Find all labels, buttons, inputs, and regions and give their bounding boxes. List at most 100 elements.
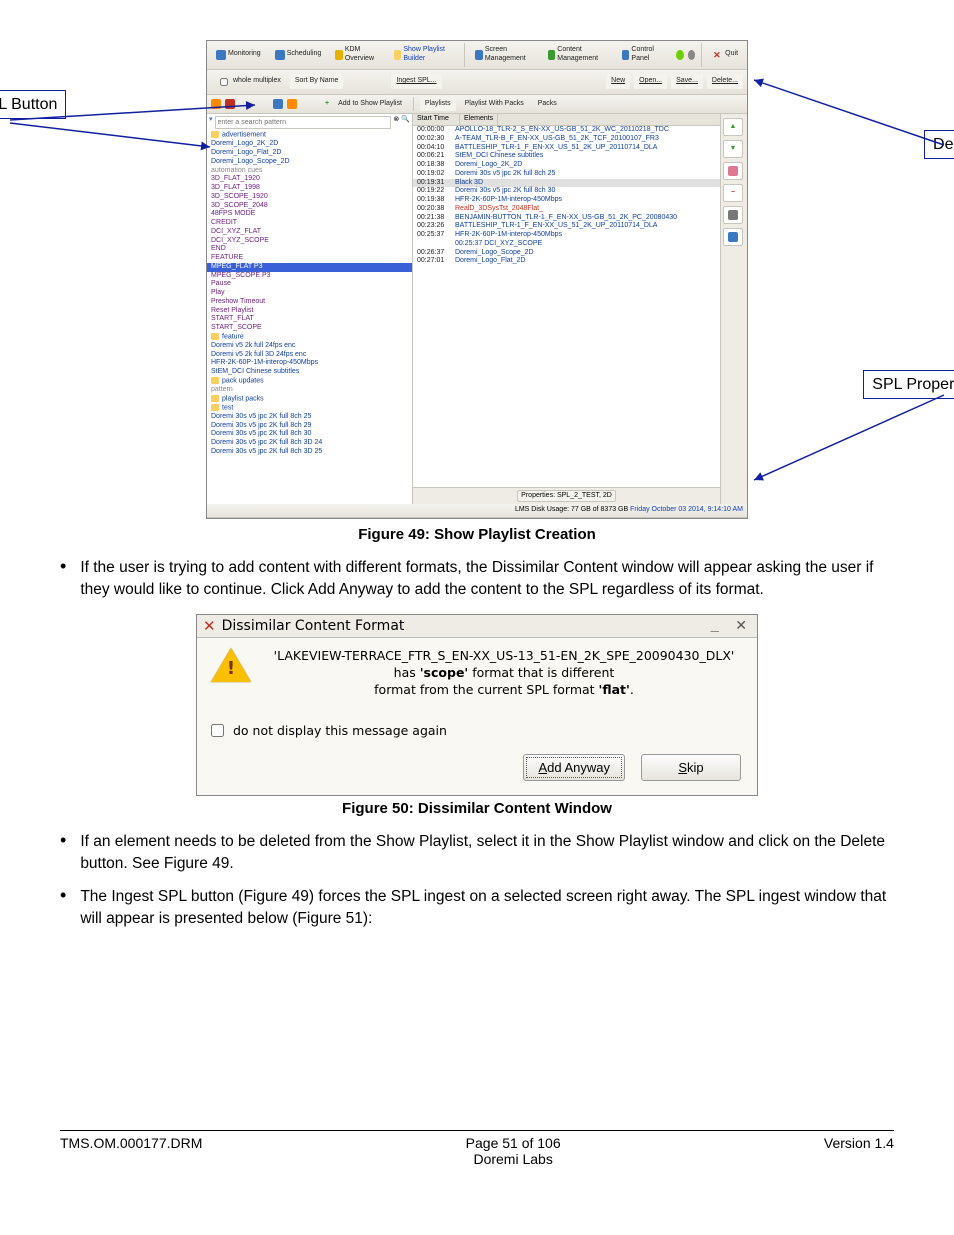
list-item[interactable]: pattern <box>207 386 412 395</box>
add-anyway-button[interactable]: Add Anyway <box>523 754 625 781</box>
tab-scheduling[interactable]: Scheduling <box>270 47 327 63</box>
tool-button-3[interactable] <box>723 228 743 246</box>
remove-button[interactable]: − <box>723 184 743 202</box>
skip-button[interactable]: Skip <box>641 754 741 781</box>
playlist-row[interactable]: 00:21:38BENJAMIN-BUTTON_TLR-1_F_EN-XX_US… <box>413 214 720 223</box>
list-item[interactable]: MPEG_SCOPE P3 <box>207 272 412 281</box>
move-up-button[interactable]: ▲ <box>723 118 743 136</box>
whole-multiplex-checkbox[interactable]: whole multiplex <box>211 72 286 92</box>
list-item[interactable]: 3D_SCOPE_1920 <box>207 193 412 202</box>
checkbox-input[interactable] <box>211 724 224 737</box>
list-item[interactable]: Doremi_Logo_2K_2D <box>207 140 412 149</box>
subtab-playlist-packs[interactable]: Playlist With Packs <box>460 97 529 112</box>
list-item[interactable]: Doremi 30s v5 jpc 2K full 8ch 3D 25 <box>207 448 412 457</box>
playlist-rows[interactable]: 00:00:00APOLLO-18_TLR-2_S_EN-XX_US-GB_51… <box>413 126 720 487</box>
new-button[interactable]: New <box>606 74 630 89</box>
playlist-row[interactable]: 00:06:21StEM_DCI Chinese subtitles <box>413 152 720 161</box>
list-item[interactable]: pack updates <box>207 377 412 386</box>
playlist-row[interactable]: 00:26:37Doremi_Logo_Scope_2D <box>413 249 720 258</box>
playlist-row[interactable]: 00:19:22Doremi 30s v5 jpc 2K full 8ch 30 <box>413 187 720 196</box>
playlist-row[interactable]: 00:19:38HFR-2K-60P-1M-interop-450Mbps <box>413 196 720 205</box>
playlist-row[interactable]: 00:00:00APOLLO-18_TLR-2_S_EN-XX_US-GB_51… <box>413 126 720 135</box>
subtab-playlists[interactable]: Playlists <box>420 97 456 112</box>
list-item[interactable]: Doremi 30s v5 jpc 2K full 8ch 30 <box>207 430 412 439</box>
list-item[interactable]: 3D_FLAT_1920 <box>207 175 412 184</box>
list-item[interactable]: DCI_XYZ_FLAT <box>207 228 412 237</box>
playlist-row[interactable]: 00:19:31Black 3D <box>413 179 720 188</box>
list-item[interactable]: Doremi_Logo_Scope_2D <box>207 158 412 167</box>
sort-button[interactable]: Sort By Name <box>290 74 344 89</box>
list-item[interactable]: START_FLAT <box>207 315 412 324</box>
list-item[interactable]: Doremi_Logo_Flat_2D <box>207 149 412 158</box>
list-item[interactable]: 48FPS MODE <box>207 210 412 219</box>
list-item[interactable]: Doremi 30s v5 jpc 2K full 8ch 3D 24 <box>207 439 412 448</box>
col-elements[interactable]: Elements <box>460 114 498 125</box>
list-item[interactable]: Pause <box>207 280 412 289</box>
tab-monitoring[interactable]: Monitoring <box>211 47 266 63</box>
playlist-row[interactable]: 00:02:30A-TEAM_TLR-B_F_EN-XX_US-GB_51_2K… <box>413 135 720 144</box>
list-item[interactable]: feature <box>207 333 412 342</box>
list-item[interactable]: MPEG_FLAT P3 <box>207 263 412 272</box>
open-button[interactable]: Open... <box>634 74 667 89</box>
tab-kdm[interactable]: KDM Overview <box>330 43 385 67</box>
content-list[interactable]: advertisementDoremi_Logo_2K_2DDoremi_Log… <box>207 131 412 456</box>
list-item[interactable]: CREDIT <box>207 219 412 228</box>
list-item[interactable]: DCI_XYZ_SCOPE <box>207 237 412 246</box>
playlist-row[interactable]: 00:25:37HFR-2K-60P-1M-interop-450Mbps <box>413 231 720 240</box>
tool-button-1[interactable] <box>723 162 743 180</box>
playlist-row[interactable]: 00:20:38RealD_3DSysTst_2048Flat_ <box>413 205 720 214</box>
icon-4[interactable] <box>287 99 297 109</box>
playlist-row[interactable]: 00:25:37 DCI_XYZ_SCOPE <box>413 240 720 249</box>
tab-content-mgmt[interactable]: Content Management <box>543 43 613 67</box>
search-input[interactable] <box>215 116 392 129</box>
move-down-button[interactable]: ▼ <box>723 140 743 158</box>
list-item[interactable]: START_SCOPE <box>207 324 412 333</box>
icon-3[interactable] <box>273 99 283 109</box>
icon-1[interactable] <box>211 99 221 109</box>
window-buttons[interactable]: _ ✕ <box>710 618 751 635</box>
playlist-row[interactable]: 00:23:26BATTLESHIP_TLR-1_F_EN-XX_US_51_2… <box>413 222 720 231</box>
quit-button[interactable]: ✕Quit <box>708 47 743 63</box>
filter-icon[interactable]: ▾ <box>209 116 213 129</box>
list-item[interactable]: END <box>207 245 412 254</box>
do-not-display-checkbox[interactable]: do not display this message again <box>197 717 757 744</box>
playlist-row[interactable]: 00:04:10BATTLESHIP_TLR-1_F_EN-XX_US_51_2… <box>413 144 720 153</box>
add-to-show-playlist-button[interactable]: Add to Show Playlist <box>333 97 407 112</box>
playlist-row[interactable]: 00:27:01Doremi_Logo_Flat_2D <box>413 257 720 266</box>
col-start-time[interactable]: Start Time <box>413 114 460 125</box>
list-item[interactable]: Reset Playlist <box>207 307 412 316</box>
search-icon[interactable]: 🔍 <box>401 116 410 129</box>
icon-2[interactable] <box>225 99 235 109</box>
list-item[interactable]: automation cues <box>207 167 412 176</box>
list-item[interactable]: Doremi 30s v5 jpc 2K full 8ch 25 <box>207 413 412 422</box>
list-item[interactable]: test <box>207 404 412 413</box>
tool-button-2[interactable] <box>723 206 743 224</box>
close-icon[interactable]: ✕ <box>203 617 216 635</box>
spl-properties-button[interactable]: Properties: SPL_2_TEST, 2D <box>517 490 616 503</box>
list-item[interactable]: Doremi 30s v5 jpc 2K full 8ch 29 <box>207 422 412 431</box>
list-item[interactable]: playlist packs <box>207 395 412 404</box>
checkbox-label: do not display this message again <box>233 723 447 738</box>
list-item[interactable]: HFR-2K-60P-1M-interop-450Mbps <box>207 359 412 368</box>
delete-button[interactable]: Delete... <box>707 74 743 89</box>
list-item[interactable]: 3D_SCOPE_2048 <box>207 202 412 211</box>
tab-show-playlist-builder[interactable]: Show Playlist Builder <box>389 43 458 67</box>
playlist-row[interactable]: 00:18:38Doremi_Logo_2K_2D <box>413 161 720 170</box>
save-button[interactable]: Save... <box>671 74 703 89</box>
list-item[interactable]: Play <box>207 289 412 298</box>
arrow-props <box>749 390 949 490</box>
tab-screen-mgmt[interactable]: Screen Management <box>470 43 538 67</box>
playlist-row[interactable]: 00:19:02Doremi 30s v5 jpc 2K full 8ch 25 <box>413 170 720 179</box>
clear-search-icon[interactable]: ⊗ <box>393 116 399 129</box>
list-item[interactable]: 3D_FLAT_1998 <box>207 184 412 193</box>
list-item[interactable]: FEATURE <box>207 254 412 263</box>
tab-control-panel[interactable]: Control Panel <box>617 43 668 67</box>
list-item[interactable]: Doremi v5 2k full 3D 24fps enc <box>207 351 412 360</box>
ingest-spl-button[interactable]: Ingest SPL... <box>391 74 441 89</box>
list-item[interactable]: advertisement <box>207 131 412 140</box>
list-item[interactable]: Preshow Timeout <box>207 298 412 307</box>
list-item[interactable]: StEM_DCI Chinese subtitles <box>207 368 412 377</box>
subtab-packs[interactable]: Packs <box>533 97 562 112</box>
right-icon-strip: ▲ ▼ − <box>720 114 747 504</box>
list-item[interactable]: Doremi v5 2k full 24fps enc <box>207 342 412 351</box>
